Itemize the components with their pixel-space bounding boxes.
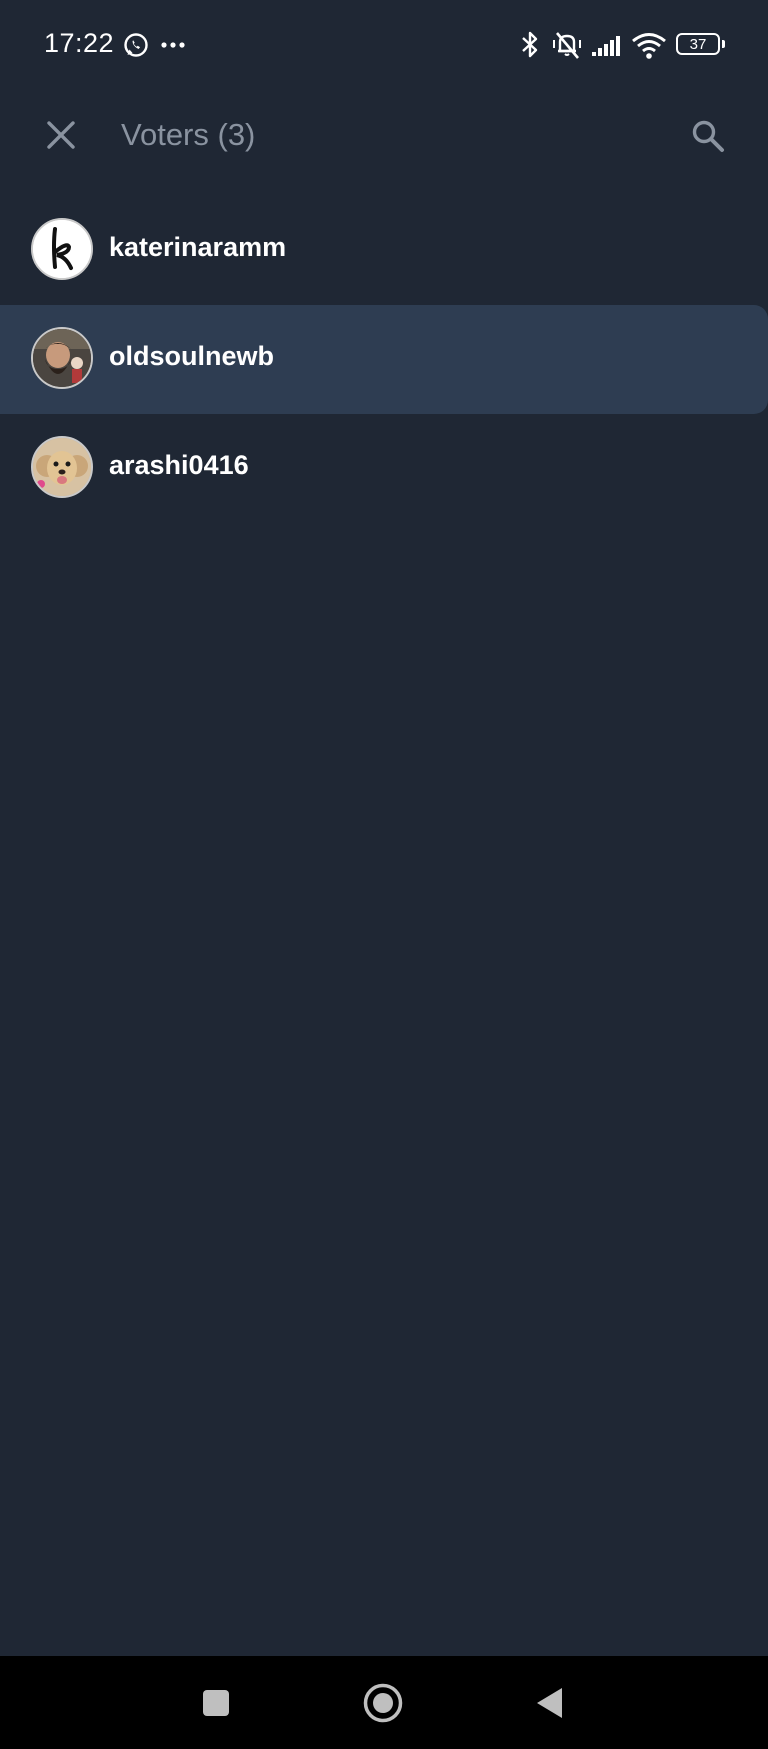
recents-square-icon	[203, 1690, 229, 1716]
home-circle-icon	[363, 1683, 403, 1723]
cellular-signal-icon	[590, 28, 624, 62]
status-time: 17:22	[44, 28, 115, 58]
voter-row[interactable]: arashi0416	[0, 414, 768, 523]
wifi-icon	[631, 28, 667, 62]
whatsapp-icon	[122, 28, 150, 62]
system-nav-bar	[0, 1656, 768, 1749]
home-button[interactable]	[358, 1678, 408, 1728]
close-icon	[47, 121, 75, 149]
close-button[interactable]	[36, 110, 86, 160]
bearded-man-avatar-icon	[33, 329, 91, 387]
page-title: Voters (3)	[121, 117, 256, 152]
voter-list: katerinaramm oldsoulnewb arashi0416	[0, 196, 768, 523]
letter-k-avatar-icon	[33, 220, 91, 278]
back-button[interactable]	[525, 1678, 575, 1728]
search-icon	[692, 120, 724, 152]
status-bar: 17:22 37	[0, 0, 768, 92]
voter-username: arashi0416	[109, 450, 249, 480]
back-triangle-icon	[537, 1688, 562, 1718]
avatar[interactable]	[31, 436, 93, 498]
avatar[interactable]	[31, 218, 93, 280]
more-dots-icon	[160, 28, 186, 62]
vibrate-off-icon	[550, 28, 584, 62]
voter-username: katerinaramm	[109, 232, 287, 262]
voter-row[interactable]: katerinaramm	[0, 196, 768, 305]
avatar[interactable]	[31, 327, 93, 389]
app-bar: Voters (3)	[0, 92, 768, 182]
battery-level: 37	[689, 35, 707, 53]
search-button[interactable]	[682, 110, 734, 162]
battery-tip	[722, 40, 725, 48]
dog-avatar-icon	[33, 438, 91, 496]
voter-username: oldsoulnewb	[109, 341, 274, 371]
bluetooth-icon	[519, 28, 541, 62]
recents-button[interactable]	[191, 1678, 241, 1728]
voter-row[interactable]: oldsoulnewb	[0, 305, 768, 414]
